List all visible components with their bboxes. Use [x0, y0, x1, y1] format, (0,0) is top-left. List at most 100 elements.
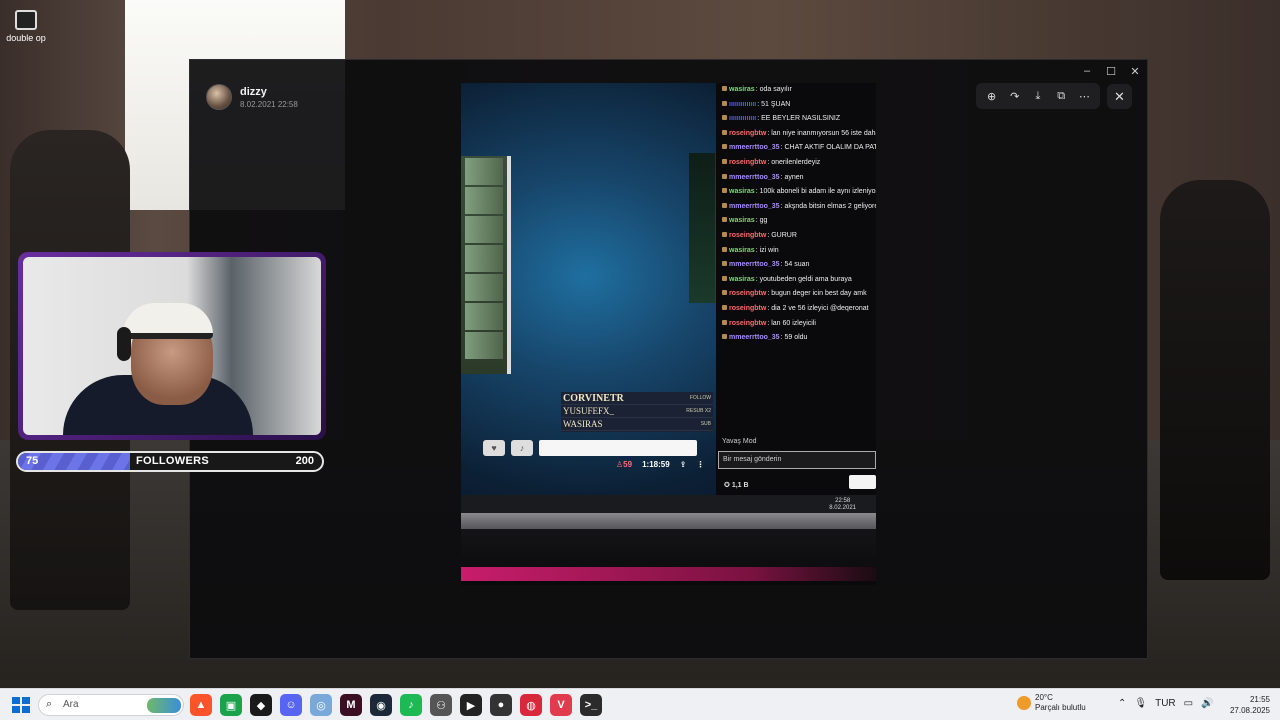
brave-icon[interactable]: ▲: [190, 694, 212, 716]
chat-username: mmeerrttoo_35: [729, 144, 780, 152]
chat-username: roseingbtw: [729, 304, 767, 312]
search-icon: ⌕: [46, 698, 53, 710]
chat-message: roseingbtw: dia 2 ve 56 izleyici @deqero…: [722, 304, 876, 313]
minimize-button[interactable]: –: [1075, 60, 1099, 82]
chat-username: ıııııııııııııı: [729, 115, 757, 123]
chat-username: wasiras: [729, 275, 755, 283]
badge-icon: [722, 86, 727, 91]
capcut-icon[interactable]: M: [340, 694, 362, 716]
kebab-icon: ⋮: [696, 460, 705, 469]
follow-name: YUSUFEFX_: [563, 406, 615, 416]
window-close-button[interactable]: ✕: [1123, 60, 1147, 82]
android-icon[interactable]: ⚇: [430, 694, 452, 716]
taskbar-search[interactable]: ⌕ Ara: [38, 694, 184, 716]
microphone-icon[interactable]: 🎙: [1134, 698, 1147, 709]
chat-username: mmeerrttoo_35: [729, 334, 780, 342]
chevron-up-icon[interactable]: ⌃: [1118, 698, 1126, 709]
steam-icon[interactable]: ◉: [370, 694, 392, 716]
follow-row: WASIRAS SUB: [561, 418, 713, 431]
badge-icon: [722, 246, 727, 252]
badge-icon: [722, 129, 727, 135]
open-external-icon[interactable]: ⧉: [1052, 90, 1070, 103]
badge-icon: [722, 202, 727, 208]
chat-text: : aynen: [780, 173, 804, 181]
chat-text: : gg: [755, 217, 768, 225]
start-button[interactable]: [12, 697, 30, 713]
chat-message: roseingbtw: lan 60 izleyicili: [722, 319, 876, 328]
avatar[interactable]: [206, 84, 232, 110]
chat-message: roseingbtw: onerilenlerdeyiz: [722, 158, 876, 167]
more-options-icon[interactable]: ⋯: [1075, 90, 1093, 103]
chat-message: roseingbtw: lan niye inanmıyorsun 56 ist…: [722, 129, 876, 138]
badge-icon: [722, 231, 727, 237]
stream-duration: 1:18:59: [642, 460, 670, 469]
chat-text: : izi win: [755, 246, 779, 254]
obs-icon[interactable]: ●: [490, 694, 512, 716]
author-date: 8.02.2021 22:58: [240, 99, 298, 109]
headset-icon: [117, 327, 131, 361]
weather-temp: 20°C: [1035, 693, 1053, 702]
download-icon[interactable]: ⤓: [1029, 90, 1047, 103]
terminal-green-icon[interactable]: ▣: [220, 694, 242, 716]
app-red-icon[interactable]: ◍: [520, 694, 542, 716]
wallpaper-figure-right: [1160, 180, 1270, 580]
chat-text: : GURUR: [767, 231, 797, 239]
badge-icon: [722, 158, 727, 164]
media-player-icon[interactable]: ▶: [460, 694, 482, 716]
attachment-author: dizzy 8.02.2021 22:58: [206, 84, 298, 110]
badge-icon: [722, 319, 727, 325]
chat-text: : 59 oldu: [780, 334, 808, 342]
chat-username: wasiras: [729, 188, 755, 196]
bell-icon: ♪: [511, 440, 533, 456]
chat-username: mmeerrttoo_35: [729, 202, 780, 210]
rotate-icon[interactable]: ↷: [1006, 90, 1024, 103]
clock-time: 21:55: [1249, 695, 1270, 704]
desktop-shortcut[interactable]: double op: [6, 10, 46, 43]
language-indicator[interactable]: TUR: [1155, 698, 1176, 709]
stream-stats: ♙59 1:18:59 ⇪ ⋮: [616, 460, 704, 469]
zoom-icon[interactable]: ⊕: [983, 90, 1001, 103]
weather-desc: Parçalı bulutlu: [1035, 703, 1086, 712]
spotify-icon[interactable]: ♪: [400, 694, 422, 716]
follow-row: YUSUFEFX_ RESUB X2: [561, 405, 713, 418]
chat-message: wasiras: gg: [722, 216, 876, 225]
monitor-icon[interactable]: ▭: [1184, 698, 1193, 709]
window-controls: – ☐ ✕: [1075, 60, 1147, 82]
console-icon[interactable]: >_: [580, 694, 602, 716]
follow-name: CORVINETR: [563, 392, 624, 404]
maximize-button[interactable]: ☐: [1099, 60, 1123, 82]
weather-widget[interactable]: 20°C Parçalı bulutlu: [1017, 693, 1086, 713]
video-file-icon: [15, 10, 37, 30]
photo-blank-bar: [539, 440, 697, 456]
chat-message: ıııııııııııııı: EE BEYLER NASILSINIZ: [722, 114, 876, 123]
chat-message: wasiras: youtubeden geldi ama buraya: [722, 275, 876, 284]
cursor-icon[interactable]: ◎: [310, 694, 332, 716]
discord-icon[interactable]: ☺: [280, 694, 302, 716]
chat-text: : onerilenlerdeyiz: [767, 158, 821, 166]
chat-message: roseingbtw: GURUR: [722, 231, 876, 240]
follow-label: FOLLOW: [689, 395, 711, 401]
heart-icon: ♥: [483, 440, 505, 456]
valorant-icon[interactable]: V: [550, 694, 572, 716]
author-name[interactable]: dizzy: [240, 86, 298, 98]
volume-icon[interactable]: 🔊: [1201, 698, 1213, 709]
chat-username: roseingbtw: [729, 319, 767, 327]
chat-username: ıııııııııııııı: [729, 100, 757, 108]
taskbar-clock[interactable]: 21:55 27.08.2025: [1226, 694, 1270, 716]
photo-rgb-light: [461, 567, 876, 581]
close-viewer-button[interactable]: ✕: [1107, 84, 1132, 109]
follow-name: WASIRAS: [563, 419, 603, 429]
badge-icon: [722, 100, 727, 106]
photo-monitor-screen: CORVINETR FOLLOW YUSUFEFX_ RESUB X2 WASIRA…: [461, 83, 876, 515]
chat-text: : CHAT AKTİF OLALIM DA PATLAYAK: [780, 144, 876, 152]
chat-message: mmeerrttoo_35: akşnda bitsin elmas 2 gel…: [722, 202, 876, 211]
photo-inner-taskbar: 22:58 8.02.2021: [461, 495, 876, 515]
webcam-overlay: [18, 252, 326, 440]
badge-icon: [722, 115, 727, 121]
chat-message: ıııııııııııııı: 51 ŞUAN: [722, 100, 876, 109]
search-highlight-icon: [147, 698, 181, 713]
badge-icon: [722, 144, 727, 150]
chat-text: : 100k aboneli bi adam ile aynı izleniyo…: [755, 188, 876, 196]
binance-icon[interactable]: ◆: [250, 694, 272, 716]
taskbar-pinned-apps: ▲ ▣ ◆ ☺ ◎ M ◉ ♪ ⚇ ▶ ● ◍ V >_: [190, 694, 602, 716]
